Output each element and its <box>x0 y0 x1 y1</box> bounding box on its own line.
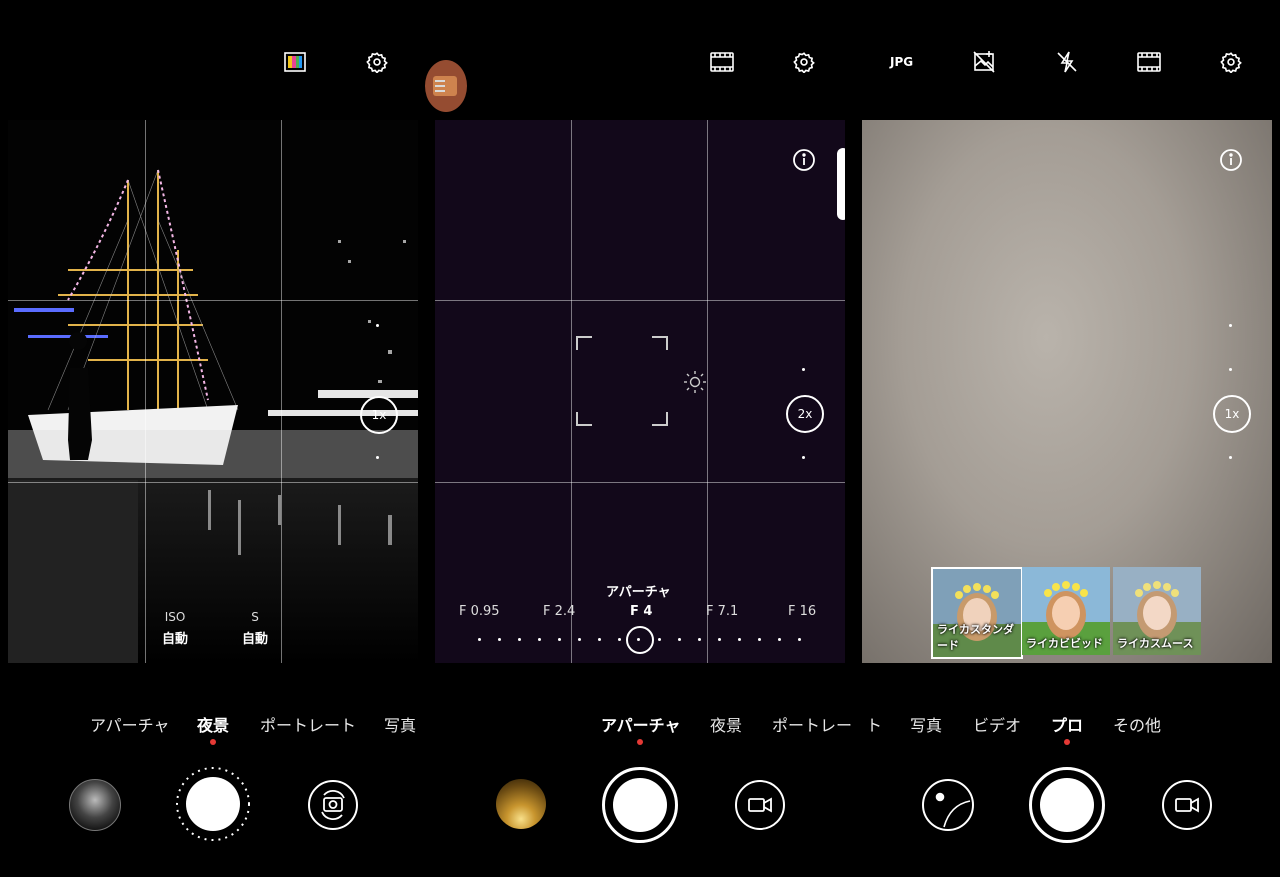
mode-portrait[interactable]: ポートレー <box>772 712 852 736</box>
shutter-button[interactable] <box>602 767 678 843</box>
info-icon[interactable] <box>1219 148 1243 176</box>
aperture-step-dot <box>478 638 481 641</box>
info-icon[interactable] <box>792 148 816 176</box>
selected-mode-indicator <box>210 739 216 745</box>
zoom-tick <box>802 456 805 459</box>
film-strip-icon[interactable] <box>710 52 734 76</box>
mode-portrait[interactable]: ポートレート <box>260 712 356 736</box>
aperture-step-dot <box>498 638 501 641</box>
zoom-button[interactable]: 1x <box>360 396 398 434</box>
shutter-button[interactable] <box>1029 767 1105 843</box>
aperture-step-dot <box>798 638 801 641</box>
aperture-step-dot <box>698 638 701 641</box>
f-value[interactable]: F 2.4 <box>543 604 575 619</box>
switch-camera-icon[interactable] <box>308 780 358 830</box>
iso-value: 自動 <box>161 632 188 647</box>
shutter-speed-value: 自動 <box>241 632 268 647</box>
f-value-selected[interactable]: F 4 <box>630 604 652 619</box>
filter-label: ライカスムース <box>1117 637 1194 650</box>
filter-tile-smooth[interactable]: ライカスムース <box>1113 567 1201 655</box>
aperture-step-dot <box>558 638 561 641</box>
mode-night[interactable]: 夜景 <box>197 712 229 736</box>
aperture-step-dot <box>578 638 581 641</box>
flash-off-icon[interactable] <box>1056 50 1078 78</box>
aperture-step-dot <box>658 638 661 641</box>
aperture-step-dot <box>778 638 781 641</box>
aperture-step-dot <box>738 638 741 641</box>
zoom-button[interactable]: 2x <box>786 395 824 433</box>
f-value[interactable]: F 0.95 <box>459 604 500 619</box>
zoom-tick <box>1229 456 1232 459</box>
mode-pro[interactable]: プロ <box>1051 712 1083 736</box>
night-shutter-button[interactable] <box>174 765 252 843</box>
video-camera-icon[interactable] <box>1162 780 1212 830</box>
gear-icon[interactable] <box>366 51 388 77</box>
film-strip-icon[interactable] <box>1137 52 1161 76</box>
shutter-speed-label: S <box>251 610 259 624</box>
aperture-step-dot <box>678 638 681 641</box>
gear-icon[interactable] <box>1220 51 1242 77</box>
zoom-tick <box>376 456 379 459</box>
aperture-step-dot <box>758 638 761 641</box>
mode-more[interactable]: その他 <box>1113 712 1161 736</box>
aperture-step-dot <box>518 638 521 641</box>
gallery-thumbnail[interactable] <box>496 779 546 829</box>
mode-video[interactable]: ビデオ <box>973 712 1021 736</box>
focus-frame-icon <box>576 336 668 430</box>
selected-mode-indicator <box>637 739 643 745</box>
filter-label: ライカビビッド <box>1026 637 1103 650</box>
f-value[interactable]: F 7.1 <box>706 604 738 619</box>
gallery-thumbnail[interactable] <box>69 779 121 831</box>
zoom-tick <box>376 324 379 327</box>
aperture-step-dot <box>618 638 621 641</box>
no-watermark-icon[interactable] <box>972 50 996 78</box>
selected-mode-indicator <box>1064 739 1070 745</box>
filter-tile-vivid[interactable]: ライカビビッド <box>1022 567 1110 655</box>
filter-label: ライカスタンダード <box>937 623 1014 652</box>
mode-portrait-tail[interactable]: ト <box>866 712 882 736</box>
lens-switch-icon[interactable] <box>922 779 974 831</box>
zoom-tick <box>802 368 805 371</box>
zoom-button[interactable]: 1x <box>1213 395 1251 433</box>
aperture-slider-thumb[interactable] <box>626 626 654 654</box>
mode-photo[interactable]: 写真 <box>384 712 416 736</box>
film-filter-icon[interactable] <box>284 52 306 76</box>
aperture-step-dot <box>538 638 541 641</box>
video-camera-icon[interactable] <box>735 780 785 830</box>
brightness-icon[interactable] <box>683 370 707 398</box>
aperture-slider-title: アパーチャ <box>606 585 671 600</box>
aperture-step-dot <box>718 638 721 641</box>
floating-app-icon[interactable] <box>425 60 467 112</box>
aperture-step-dot <box>598 638 601 641</box>
iso-label: ISO <box>164 610 186 624</box>
mode-night[interactable]: 夜景 <box>710 712 742 736</box>
mode-aperture[interactable]: アパーチャ <box>601 712 681 736</box>
f-value[interactable]: F 16 <box>788 604 816 619</box>
shutter-speed-control[interactable]: S 自動 <box>238 610 272 647</box>
scroll-handle[interactable] <box>837 148 845 220</box>
zoom-tick <box>1229 324 1232 327</box>
iso-control[interactable]: ISO 自動 <box>158 610 192 647</box>
filter-tile-standard[interactable]: ライカスタンダード <box>931 567 1023 659</box>
gear-icon[interactable] <box>793 51 815 77</box>
viewfinder-night[interactable]: 1x ISO 自動 S 自動 <box>8 120 418 663</box>
mode-aperture[interactable]: アパーチャ <box>90 712 170 736</box>
mode-photo[interactable]: 写真 <box>910 712 942 736</box>
zoom-tick <box>1229 368 1232 371</box>
format-toggle[interactable]: JPG <box>890 55 913 69</box>
